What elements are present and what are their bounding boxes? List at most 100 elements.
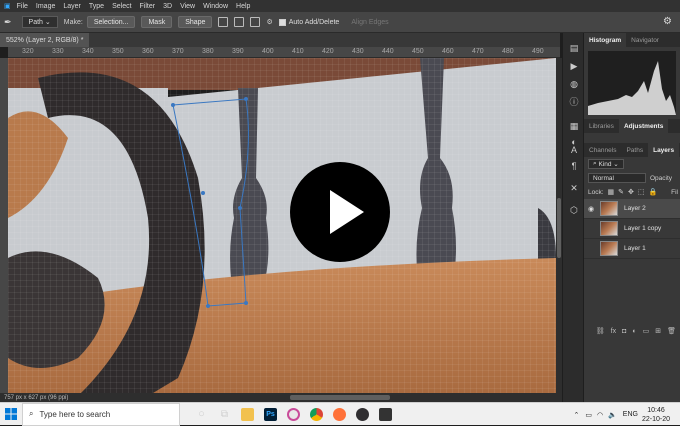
paint-icon[interactable]: [282, 403, 305, 426]
tab-navigator[interactable]: Navigator: [626, 33, 664, 47]
tab-adjustments[interactable]: Adjustments: [618, 119, 669, 133]
blend-mode-select[interactable]: Normal: [588, 173, 646, 183]
ruler-label: 410: [292, 48, 304, 55]
eye-icon[interactable]: ◉: [588, 205, 596, 213]
ruler-label: 390: [232, 48, 244, 55]
file-explorer-icon[interactable]: [236, 403, 259, 426]
menu-image[interactable]: Image: [36, 3, 55, 10]
workspace-gear-icon[interactable]: ⚙: [663, 16, 672, 27]
video-play-button[interactable]: [290, 162, 390, 262]
path-operations-icon[interactable]: [218, 17, 229, 27]
auto-add-delete-checkbox[interactable]: [278, 18, 286, 26]
lock-all-icon[interactable]: 🔒: [649, 188, 658, 196]
layer-row-layer-1-copy[interactable]: Layer 1 copy: [584, 219, 680, 239]
lock-paint-icon[interactable]: ✎: [618, 188, 624, 196]
chrome-icon[interactable]: [305, 403, 328, 426]
lock-label: Lock:: [588, 188, 604, 196]
volume-icon[interactable]: 🔈: [608, 411, 617, 419]
tab-channels[interactable]: Channels: [584, 143, 621, 157]
top-ruler: 320 330 340 350 360 370 380 390 400 410 …: [8, 47, 560, 58]
ruler-label: 490: [532, 48, 544, 55]
clock-time: 10:46: [647, 406, 665, 414]
lock-position-icon[interactable]: ✥: [628, 188, 634, 196]
panel-icon-strip: ▤ ▶ ◍ ⓘ ▦ ◐ A ¶ ✕ ⬡: [562, 33, 584, 402]
search-icon: ⌕: [29, 409, 34, 418]
histogram-graph: [588, 51, 676, 115]
menu-filter[interactable]: Filter: [140, 3, 156, 10]
ruler-label: 340: [82, 48, 94, 55]
network-icon[interactable]: ▭: [585, 411, 592, 419]
swatches-icon[interactable]: ▦: [568, 121, 580, 132]
menu-window[interactable]: Window: [203, 3, 228, 10]
selection-button[interactable]: Selection...: [86, 16, 136, 28]
clock[interactable]: 10:46 22-10-20: [642, 406, 670, 424]
firefox-icon[interactable]: [328, 403, 351, 426]
horizontal-scroll-thumb[interactable]: [290, 395, 390, 400]
menu-file[interactable]: File: [17, 3, 28, 10]
info-icon[interactable]: ⓘ: [568, 97, 580, 108]
history-icon[interactable]: ▤: [568, 43, 580, 54]
pen-tool-icon[interactable]: ✒: [4, 17, 12, 28]
menu-view[interactable]: View: [180, 3, 195, 10]
settings-gear-icon[interactable]: ⚙: [266, 18, 272, 26]
menu-3d[interactable]: 3D: [163, 3, 172, 10]
mask-button[interactable]: Mask: [141, 16, 173, 28]
photoshop-taskbar-icon[interactable]: Ps: [259, 403, 282, 426]
menu-select[interactable]: Select: [112, 3, 131, 10]
path-arrangement-icon[interactable]: [250, 17, 261, 27]
link-layers-icon[interactable]: ⛓: [596, 327, 605, 335]
image-canvas[interactable]: [8, 58, 556, 396]
lock-artboard-icon[interactable]: ⬚: [638, 188, 645, 196]
tab-histogram[interactable]: Histogram: [584, 33, 627, 47]
tools-icon[interactable]: ✕: [568, 183, 580, 194]
tab-paths[interactable]: Paths: [621, 143, 648, 157]
new-group-icon[interactable]: ▭: [643, 327, 650, 335]
obs-icon[interactable]: [351, 403, 374, 426]
align-edges-label[interactable]: Align Edges: [351, 19, 388, 26]
character-icon[interactable]: A: [568, 145, 580, 156]
path-mode-select[interactable]: Path ⌄: [21, 16, 58, 28]
brush-settings-icon[interactable]: ◍: [568, 79, 580, 90]
tray-up-arrow-icon[interactable]: ⌃: [573, 411, 579, 419]
wifi-icon[interactable]: ◠: [597, 411, 603, 419]
language-indicator[interactable]: ENG: [623, 411, 638, 418]
ruler-label: 360: [142, 48, 154, 55]
trash-icon[interactable]: 🗑: [667, 327, 676, 335]
adjustment-layer-icon[interactable]: ◐: [632, 328, 636, 335]
taskbar-search-box[interactable]: ⌕ Type here to search: [22, 402, 180, 426]
path-alignment-icon[interactable]: [234, 17, 245, 27]
kind-filter-select[interactable]: ⌕ Kind ⌄: [588, 159, 624, 169]
play-actions-icon[interactable]: ▶: [568, 61, 580, 72]
lock-pixels-icon[interactable]: ▦: [608, 188, 615, 196]
paragraph-icon[interactable]: ¶: [568, 161, 580, 172]
layer-name: Layer 1 copy: [624, 225, 662, 232]
fx-icon[interactable]: fx: [611, 328, 616, 335]
ps-label: Ps: [264, 407, 277, 421]
document-tab[interactable]: 552% (Layer 2, RGB/8) *: [0, 33, 90, 47]
task-view-icon[interactable]: ⧉: [213, 403, 236, 426]
scroll-thumb[interactable]: [557, 198, 561, 258]
layer-row-layer-2[interactable]: ◉ Layer 2: [584, 199, 680, 219]
menu-layer[interactable]: Layer: [63, 3, 81, 10]
menu-type[interactable]: Type: [89, 3, 104, 10]
tab-layers[interactable]: Layers: [648, 143, 680, 157]
ps-logo-icon[interactable]: ▣: [4, 2, 11, 10]
ruler-label: 380: [202, 48, 214, 55]
new-layer-icon[interactable]: ⊞: [655, 327, 661, 335]
tab-libraries[interactable]: Libraries: [584, 119, 619, 133]
windows-start-icon[interactable]: [0, 403, 22, 426]
layer-filter-row: ⌕ Kind ⌄: [584, 157, 680, 171]
ruler-label: 320: [22, 48, 34, 55]
shape-button[interactable]: Shape: [178, 16, 213, 28]
ruler-label: 480: [502, 48, 514, 55]
canvas-artwork: [8, 58, 556, 396]
menu-help[interactable]: Help: [236, 3, 250, 10]
cortana-icon[interactable]: ○: [190, 403, 213, 426]
make-label: Make:: [63, 18, 83, 26]
add-mask-icon[interactable]: ◘: [622, 328, 626, 335]
search-placeholder: Type here to search: [39, 409, 111, 419]
3d-icon[interactable]: ⬡: [568, 205, 580, 216]
system-tray: ⌃ ▭ ◠ 🔈 ENG 10:46 22-10-20: [573, 403, 680, 426]
media-player-icon[interactable]: [374, 403, 397, 426]
layer-row-layer-1[interactable]: Layer 1: [584, 239, 680, 259]
